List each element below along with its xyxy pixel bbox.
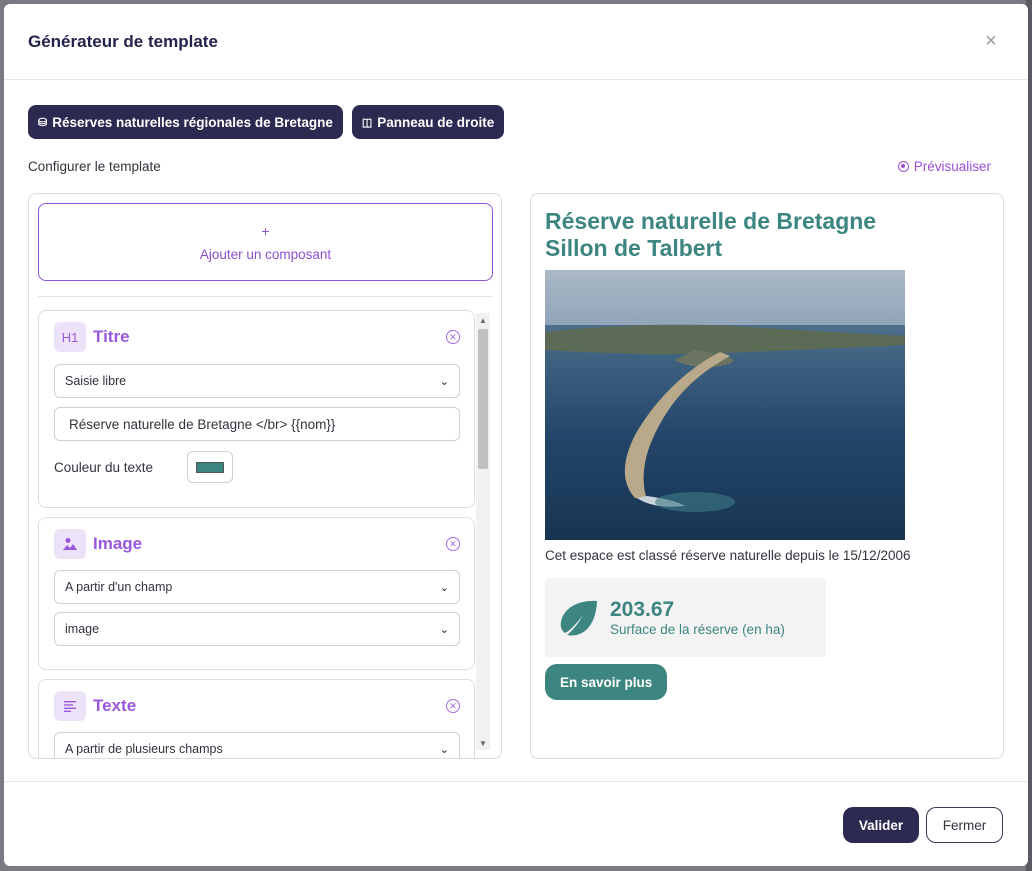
component-list[interactable]: H1 Titre ✕ Saisie libre ⌄ Réserve nature… — [38, 310, 493, 758]
preview-image — [545, 270, 905, 540]
chevron-down-icon: ⌄ — [439, 581, 449, 594]
stat-value: 203.67 — [610, 597, 675, 621]
select-value: A partir d'un champ — [65, 580, 173, 594]
text-color-row: Couleur du texte — [54, 451, 233, 483]
preview-caption: Cet espace est classé réserve naturelle … — [545, 548, 911, 563]
panel-chip[interactable]: ◫ Panneau de droite — [351, 105, 505, 139]
stat-label: Surface de la réserve (en ha) — [610, 621, 785, 637]
remove-component-icon[interactable]: ✕ — [446, 537, 460, 551]
scroll-down-arrow-icon[interactable]: ▼ — [476, 736, 490, 750]
component-card-image: Image ✕ A partir d'un champ ⌄ image ⌄ — [38, 517, 475, 670]
preview-link[interactable]: Prévisualiser — [897, 159, 991, 174]
image-field-select[interactable]: image ⌄ — [54, 612, 460, 646]
component-header: Image ✕ — [54, 528, 460, 560]
modal-title: Générateur de template — [28, 31, 218, 51]
component-title: Texte — [93, 696, 137, 715]
divider — [38, 296, 493, 297]
image-mode-select[interactable]: A partir d'un champ ⌄ — [54, 570, 460, 604]
validate-button[interactable]: Valider — [843, 807, 919, 843]
chevron-down-icon: ⌄ — [439, 623, 449, 636]
plus-icon: + — [261, 222, 270, 239]
text-mode-select[interactable]: A partir de plusieurs champs ⌄ — [54, 732, 460, 758]
add-component-button[interactable]: + Ajouter un composant — [38, 203, 493, 281]
component-header: Texte ✕ — [54, 690, 460, 722]
learn-more-button[interactable]: En savoir plus — [545, 664, 668, 700]
text-color-picker[interactable] — [187, 451, 233, 483]
preview-title-line2: Sillon de Talbert — [545, 235, 723, 261]
select-value: Saisie libre — [65, 374, 127, 388]
chevron-down-icon: ⌄ — [439, 375, 449, 388]
panel-chip-label: Panneau de droite — [377, 114, 495, 130]
preview-title: Réserve naturelle de Bretagne Sillon de … — [545, 208, 985, 262]
select-value: A partir de plusieurs champs — [65, 742, 223, 756]
modal-body: ⛁ Réserves naturelles régionales de Bret… — [4, 81, 1028, 781]
add-component-label: Ajouter un composant — [199, 246, 332, 262]
scrollbar[interactable]: ▲ ▼ — [476, 313, 490, 750]
config-label: Configurer le template — [28, 159, 161, 174]
scroll-thumb[interactable] — [478, 329, 488, 469]
component-header: H1 Titre ✕ — [54, 321, 460, 353]
modal-footer: Valider Fermer — [4, 781, 1028, 866]
leaf-icon — [560, 600, 597, 635]
component-card-title: H1 Titre ✕ Saisie libre ⌄ Réserve nature… — [38, 310, 475, 508]
preview-title-line1: Réserve naturelle de Bretagne — [545, 208, 877, 234]
component-card-text: Texte ✕ A partir de plusieurs champs ⌄ — [38, 679, 475, 758]
component-title: Titre — [93, 327, 130, 346]
heading-icon: H1 — [54, 322, 86, 352]
config-panel: + Ajouter un composant H1 Titre ✕ Saisie… — [28, 193, 502, 759]
color-swatch — [196, 461, 224, 473]
remove-component-icon[interactable]: ✕ — [446, 330, 460, 344]
stat-text: 203.67 Surface de la réserve (en ha) — [610, 597, 785, 637]
modal-header: Générateur de template × — [4, 4, 1028, 80]
preview-panel: Réserve naturelle de Bretagne Sillon de … — [530, 193, 1004, 759]
title-text-input[interactable]: Réserve naturelle de Bretagne </br> {{no… — [54, 407, 460, 441]
close-icon[interactable]: × — [978, 29, 1004, 55]
template-generator-modal: Générateur de template × ⛁ Réserves natu… — [4, 4, 1028, 866]
source-chips: ⛁ Réserves naturelles régionales de Bret… — [28, 105, 505, 139]
image-icon — [54, 529, 86, 559]
chevron-down-icon: ⌄ — [439, 743, 449, 756]
database-icon: ⛁ — [38, 116, 48, 129]
stat-card: 203.67 Surface de la réserve (en ha) — [545, 578, 826, 657]
datasource-chip[interactable]: ⛁ Réserves naturelles régionales de Bret… — [28, 105, 343, 139]
scroll-up-arrow-icon[interactable]: ▲ — [476, 313, 490, 327]
preview-radio-icon — [897, 161, 909, 172]
text-lines-icon — [54, 691, 86, 721]
close-button[interactable]: Fermer — [926, 807, 1003, 843]
preview-link-label: Prévisualiser — [913, 159, 991, 174]
remove-component-icon[interactable]: ✕ — [446, 699, 460, 713]
title-mode-select[interactable]: Saisie libre ⌄ — [54, 364, 460, 398]
datasource-chip-label: Réserves naturelles régionales de Bretag… — [52, 114, 333, 130]
panel-icon: ◫ — [361, 116, 373, 129]
select-value: image — [65, 622, 100, 636]
component-title: Image — [93, 534, 143, 553]
text-color-label: Couleur du texte — [54, 459, 154, 475]
